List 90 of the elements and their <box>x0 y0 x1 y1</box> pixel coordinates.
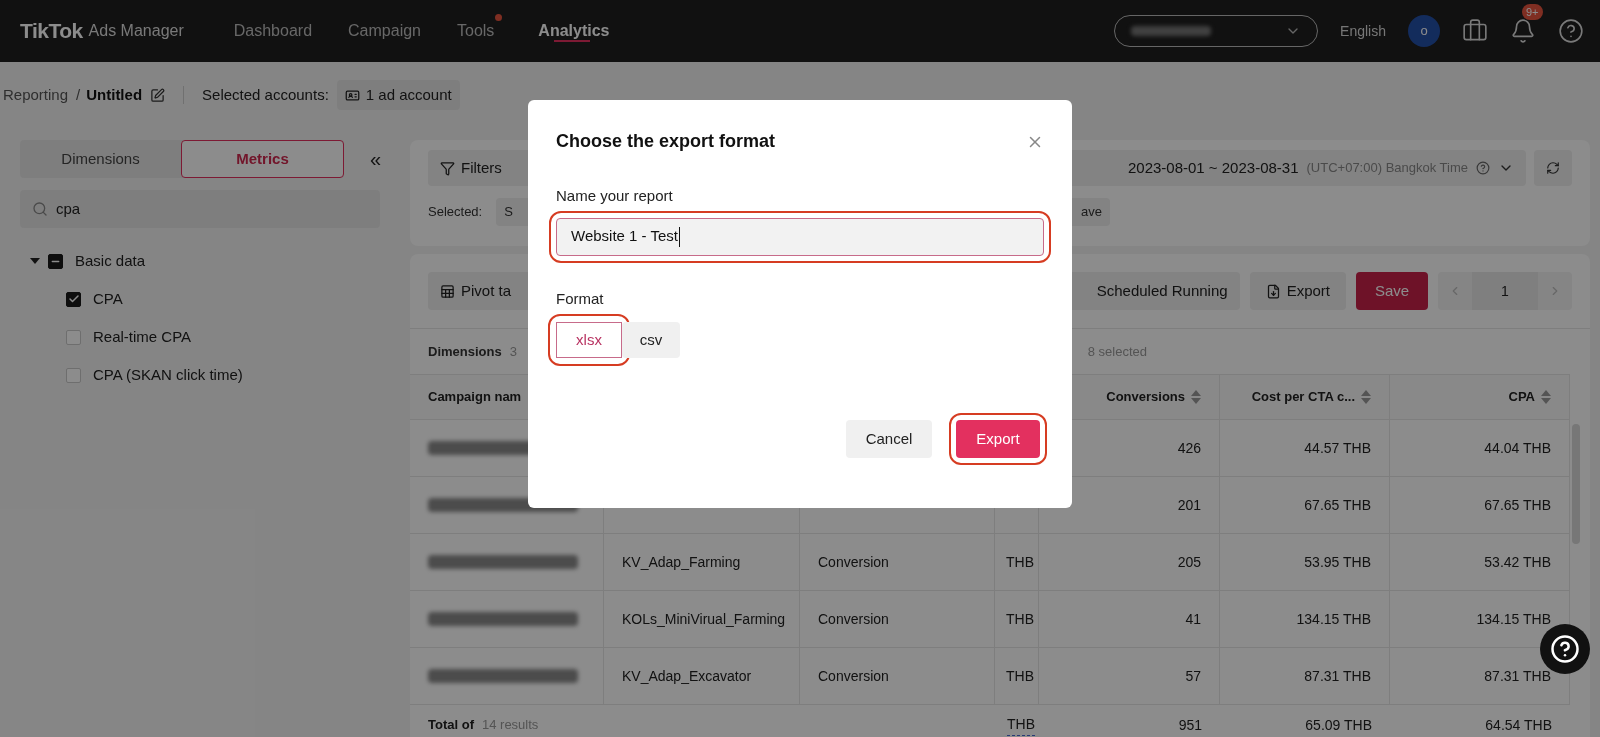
table-cell-text: 205 <box>1177 552 1201 572</box>
table-cell-text: 134.15 THB <box>1476 609 1551 629</box>
table-cell-text: KV_Adap_Farming <box>622 552 741 572</box>
nav-tab[interactable]: Dashboard <box>233 0 313 62</box>
file-download-icon <box>1265 283 1281 299</box>
tree-item-label[interactable]: CPA <box>93 287 123 311</box>
table-cell-text: 44.57 THB <box>1304 438 1371 458</box>
total-cell-text: 951 <box>1178 715 1202 735</box>
nav-tab[interactable]: Campaign <box>348 0 421 62</box>
page-number-field[interactable]: 1 <box>1472 272 1538 310</box>
table-cell-text: THB <box>1006 609 1034 629</box>
table-cell-text: Conversion <box>818 552 889 572</box>
table-cell-text: 57 <box>1185 666 1201 686</box>
help-icon <box>1550 634 1580 664</box>
edit-icon[interactable] <box>150 87 166 103</box>
table-cell-text: Conversion <box>818 666 889 686</box>
export-button[interactable]: Export <box>1249 272 1346 310</box>
table-cell-text: 67.65 THB <box>1484 495 1551 515</box>
table-cell-text: THB <box>1006 552 1034 572</box>
table-cell-text: KV_Adap_Excavator <box>622 666 752 686</box>
caret-icon[interactable] <box>30 257 40 265</box>
bell-icon[interactable] <box>1510 18 1536 44</box>
tree-item-label[interactable]: Real-time CPA <box>93 325 192 349</box>
id-card-icon <box>344 87 360 103</box>
format-option[interactable]: csv <box>622 322 680 358</box>
save-button[interactable]: Save <box>1356 272 1428 310</box>
nav-tab[interactable]: Tools <box>457 0 495 62</box>
export-button[interactable]: Export <box>956 420 1040 458</box>
table-cell-text: Conversion <box>818 609 889 629</box>
column-header[interactable]: Conversions <box>1106 387 1185 407</box>
dimensions-label: Dimensions <box>428 342 502 361</box>
breadcrumb-separator: / <box>76 84 81 105</box>
total-label: Total of <box>428 716 474 735</box>
table-cell-text: 426 <box>1177 438 1201 458</box>
table-cell-text: 44.04 THB <box>1484 438 1551 458</box>
dialog-title: Choose the export format <box>556 130 776 153</box>
table-cell-text: 41 <box>1185 609 1201 629</box>
column-header[interactable]: Cost per CTA c... <box>1251 387 1355 407</box>
avatar[interactable]: o <box>1408 15 1440 47</box>
accounts-label: Selected accounts: <box>202 84 329 105</box>
search-field[interactable]: cpa <box>20 190 380 228</box>
collapse-button[interactable]: « <box>370 144 382 174</box>
table-cell-text: 67.65 THB <box>1304 495 1371 515</box>
panel-tab[interactable]: Dimensions <box>20 140 181 178</box>
selected-label: Selected: <box>428 203 483 221</box>
table-cell-text: 53.42 THB <box>1484 552 1551 572</box>
table-cell-text: 87.31 THB <box>1484 666 1551 686</box>
cancel-button[interactable]: Cancel <box>846 420 932 458</box>
report-title: Untitled <box>86 84 143 105</box>
account-chip[interactable]: 1 ad account <box>336 79 460 111</box>
check-icon <box>67 293 80 305</box>
table-cell-text: THB <box>1006 666 1034 686</box>
search-icon <box>32 201 48 217</box>
sort-icon[interactable] <box>1541 390 1551 404</box>
panel-tab[interactable]: Metrics <box>181 140 344 178</box>
language-menu[interactable]: English <box>1340 20 1386 42</box>
breadcrumb-link[interactable]: Reporting <box>3 83 69 107</box>
total-cell-text: 65.09 THB <box>1305 715 1372 735</box>
table-cell-text: KOLs_MiniVirual_Farming <box>622 609 786 629</box>
filter-icon <box>440 160 455 176</box>
table-cell-text: 134.15 THB <box>1296 609 1371 629</box>
tree-item-label[interactable]: CPA (SKAN click time) <box>93 363 243 387</box>
field-label: Name your report <box>556 186 674 206</box>
table-cell-text: 201 <box>1177 495 1201 515</box>
total-cell-text: 64.54 THB <box>1485 715 1552 735</box>
product-name: Ads Manager <box>88 21 184 41</box>
notification-badge: 9+ <box>1522 4 1543 20</box>
checkbox[interactable] <box>48 253 63 269</box>
help-icon[interactable] <box>1558 18 1584 44</box>
total-count: 14 results <box>482 716 539 735</box>
format-option[interactable]: xlsx <box>556 322 622 358</box>
refresh-icon <box>1546 161 1560 175</box>
total-cell: THB <box>1007 714 1035 736</box>
table-cell-text: 87.31 THB <box>1304 666 1371 686</box>
help-icon <box>1476 161 1490 175</box>
column-header[interactable]: Campaign nam <box>428 387 522 407</box>
tree-item-label[interactable]: Basic data <box>75 249 146 273</box>
report-name-field[interactable]: Website 1 - Test <box>556 217 1044 256</box>
dimensions-count: 3 <box>509 342 517 361</box>
refresh-button[interactable] <box>1534 150 1572 186</box>
table-cell-text: 53.95 THB <box>1304 552 1371 572</box>
metrics-selected: 8 selected <box>1087 342 1147 361</box>
nav-tab[interactable]: Analytics <box>538 0 610 62</box>
active-underline <box>554 40 591 42</box>
column-header[interactable]: CPA <box>1508 387 1535 407</box>
sort-icon[interactable] <box>1191 390 1201 404</box>
sort-icon[interactable] <box>1361 390 1371 404</box>
checkbox[interactable] <box>66 291 81 307</box>
logo[interactable]: TikTok <box>20 15 83 47</box>
table-icon <box>440 283 455 299</box>
